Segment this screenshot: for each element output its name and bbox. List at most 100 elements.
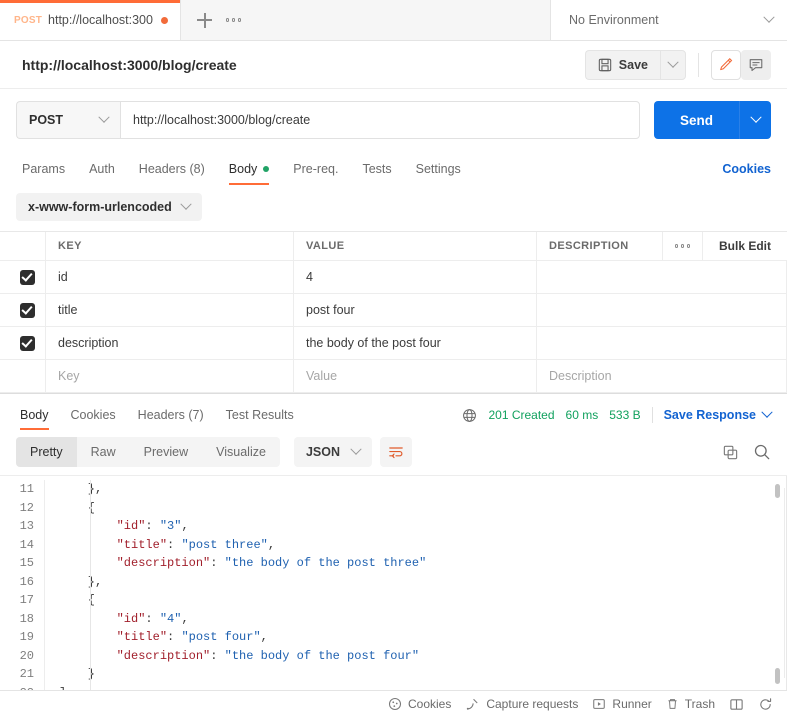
tab-label: Params — [22, 162, 66, 176]
tab-auth[interactable]: Auth — [77, 162, 127, 185]
url-input[interactable]: http://localhost:3000/blog/create — [120, 101, 640, 139]
save-options-button[interactable] — [660, 49, 686, 80]
tab-settings[interactable]: Settings — [404, 162, 473, 185]
line-number-gutter: 11 12 13 14 15 16 17 18 19 20 21 22 — [0, 480, 44, 690]
table-row[interactable]: title post four — [0, 294, 787, 327]
code-line[interactable]: "id": "4", — [59, 610, 787, 629]
row-value[interactable]: post four — [306, 303, 355, 317]
code-line[interactable]: "description": "the body of the post thr… — [59, 554, 787, 573]
cookies-link[interactable]: Cookies — [722, 162, 771, 185]
row-checkbox-empty[interactable] — [0, 360, 46, 392]
response-time: 60 ms — [565, 408, 599, 422]
word-wrap-button[interactable] — [380, 437, 412, 467]
comments-button[interactable] — [741, 49, 771, 80]
word-wrap-icon — [389, 447, 403, 459]
tab-headers[interactable]: Headers (8) — [127, 162, 217, 185]
code-token-pun: , — [260, 630, 268, 644]
request-tab[interactable]: POST http://localhost:3000/ — [0, 0, 182, 40]
code-line[interactable]: { — [59, 499, 787, 518]
tab-pre-request[interactable]: Pre-req. — [281, 162, 350, 185]
response-format-select[interactable]: JSON — [293, 437, 372, 467]
footer-label: Capture requests — [486, 697, 579, 711]
row-key[interactable]: description — [58, 336, 118, 350]
footer-trash-button[interactable]: Trash — [666, 697, 715, 711]
code-token-pun: : — [145, 519, 160, 533]
code-line[interactable]: } — [59, 665, 787, 684]
table-row-empty[interactable]: Key Value Description — [0, 360, 787, 393]
save-response-button[interactable]: Save Response — [664, 406, 773, 422]
row-checkbox[interactable] — [0, 327, 46, 359]
code-line[interactable]: "id": "3", — [59, 517, 787, 536]
bulk-edit-button[interactable]: Bulk Edit — [703, 232, 787, 260]
two-pane-layout-icon[interactable] — [729, 697, 744, 712]
more-horizontal-icon[interactable] — [226, 18, 242, 22]
copy-icon[interactable] — [722, 444, 739, 461]
key-placeholder[interactable]: Key — [58, 369, 80, 383]
scrollbar-thumb-bottom[interactable] — [775, 668, 780, 684]
view-mode-visualize[interactable]: Visualize — [202, 437, 280, 467]
code-token-pun: : — [167, 630, 182, 644]
tab-label: Headers (8) — [138, 162, 205, 176]
environment-selector[interactable]: No Environment — [550, 0, 787, 40]
code-token-pun: , — [267, 537, 276, 552]
page-title: http://localhost:3000/blog/create — [22, 56, 237, 73]
code-line[interactable]: ] — [59, 684, 787, 691]
response-tab-test-results[interactable]: Test Results — [215, 408, 305, 430]
row-checkbox[interactable] — [0, 261, 46, 293]
row-value[interactable]: 4 — [306, 270, 313, 284]
more-horizontal-icon — [674, 244, 691, 248]
tab-label: Pre-req. — [293, 162, 339, 176]
edit-request-button[interactable] — [711, 49, 741, 80]
tab-params[interactable]: Params — [16, 162, 77, 185]
tab-body[interactable]: Body — [217, 162, 282, 185]
refresh-icon[interactable] — [758, 697, 773, 712]
send-button[interactable]: Send — [653, 101, 739, 139]
code-token-key: "id" — [59, 611, 146, 626]
response-tab-cookies[interactable]: Cookies — [60, 408, 127, 430]
code-line[interactable]: "title": "post four", — [59, 628, 787, 647]
view-mode-preview[interactable]: Preview — [130, 437, 202, 467]
body-type-select[interactable]: x-www-form-urlencoded — [16, 193, 202, 221]
response-body-viewer[interactable]: 11 12 13 14 15 16 17 18 19 20 21 22 }, { "id": "3",… — [0, 475, 787, 690]
code-line[interactable]: }, — [59, 480, 787, 499]
vertical-scrollbar[interactable] — [775, 476, 780, 690]
scrollbar-thumb-top[interactable] — [775, 484, 780, 498]
table-row[interactable]: id 4 — [0, 261, 787, 294]
tab-label: Settings — [415, 162, 461, 176]
code-lines: }, { "id": "3", "title": "post three", "… — [44, 480, 787, 690]
row-checkbox[interactable] — [0, 294, 46, 326]
tab-label: Body — [228, 162, 258, 176]
row-value[interactable]: the body of the post four — [306, 336, 441, 350]
tab-label: Tests — [362, 162, 392, 176]
line-number: 15 — [19, 556, 34, 570]
view-mode-pretty[interactable]: Pretty — [16, 437, 77, 467]
divider — [651, 407, 653, 423]
code-line[interactable]: { — [59, 591, 787, 610]
response-tab-headers[interactable]: Headers (7) — [127, 408, 215, 430]
footer-cookies-button[interactable]: Cookies — [388, 697, 451, 711]
tab-tests[interactable]: Tests — [350, 162, 403, 185]
row-key[interactable]: title — [58, 303, 77, 317]
play-box-icon — [593, 699, 606, 709]
save-button[interactable]: Save — [584, 49, 660, 80]
code-line[interactable]: "title": "post three", — [59, 536, 787, 555]
response-view-toolbar: Pretty Raw Preview Visualize JSON — [0, 430, 787, 475]
row-key[interactable]: id — [58, 270, 68, 284]
search-icon[interactable] — [753, 443, 771, 461]
description-placeholder[interactable]: Description — [549, 369, 612, 383]
method-select[interactable]: POST — [16, 101, 120, 139]
chevron-down-icon — [763, 11, 775, 23]
chevron-down-icon — [667, 56, 679, 68]
footer-capture-requests-button[interactable]: Capture requests — [465, 697, 578, 711]
code-line[interactable]: }, — [59, 573, 787, 592]
plus-icon[interactable] — [197, 12, 213, 28]
send-options-button[interactable] — [739, 101, 771, 139]
value-placeholder[interactable]: Value — [306, 369, 337, 383]
code-line[interactable]: "description": "the body of the post fou… — [59, 647, 787, 666]
response-tab-body[interactable]: Body — [16, 408, 60, 430]
view-mode-raw[interactable]: Raw — [77, 437, 130, 467]
table-row[interactable]: description the body of the post four — [0, 327, 787, 360]
table-more-button[interactable] — [663, 232, 703, 260]
footer-runner-button[interactable]: Runner — [592, 697, 652, 711]
form-data-table: KEY VALUE DESCRIPTION Bulk Edit id 4 tit… — [0, 231, 787, 393]
